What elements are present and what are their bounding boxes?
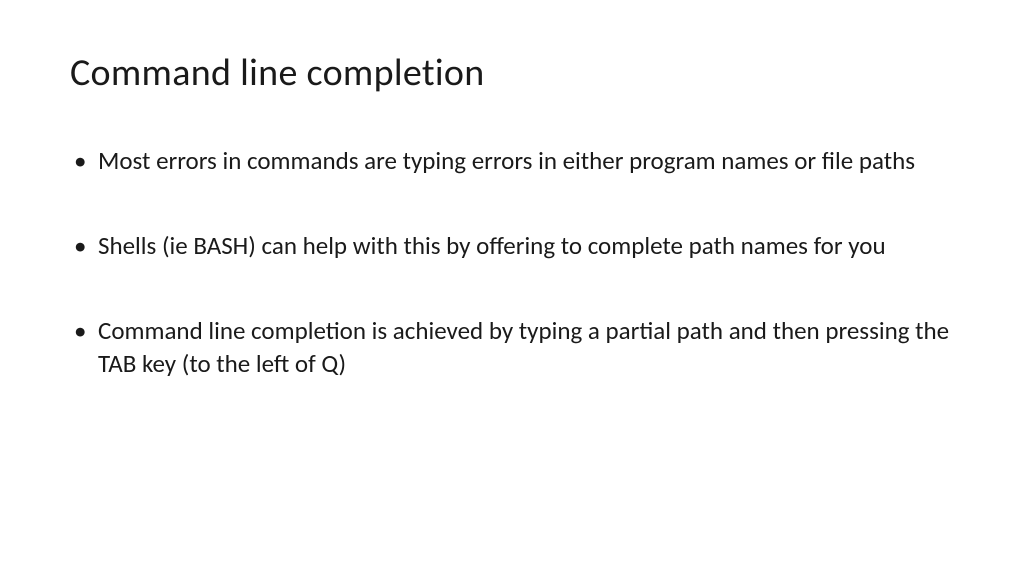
bullet-item: Shells (ie BASH) can help with this by o… — [70, 229, 954, 262]
slide-title: Command line completion — [70, 50, 954, 96]
bullet-item: Command line completion is achieved by t… — [70, 314, 954, 380]
bullet-list: Most errors in commands are typing error… — [70, 144, 954, 380]
bullet-item: Most errors in commands are typing error… — [70, 144, 954, 177]
